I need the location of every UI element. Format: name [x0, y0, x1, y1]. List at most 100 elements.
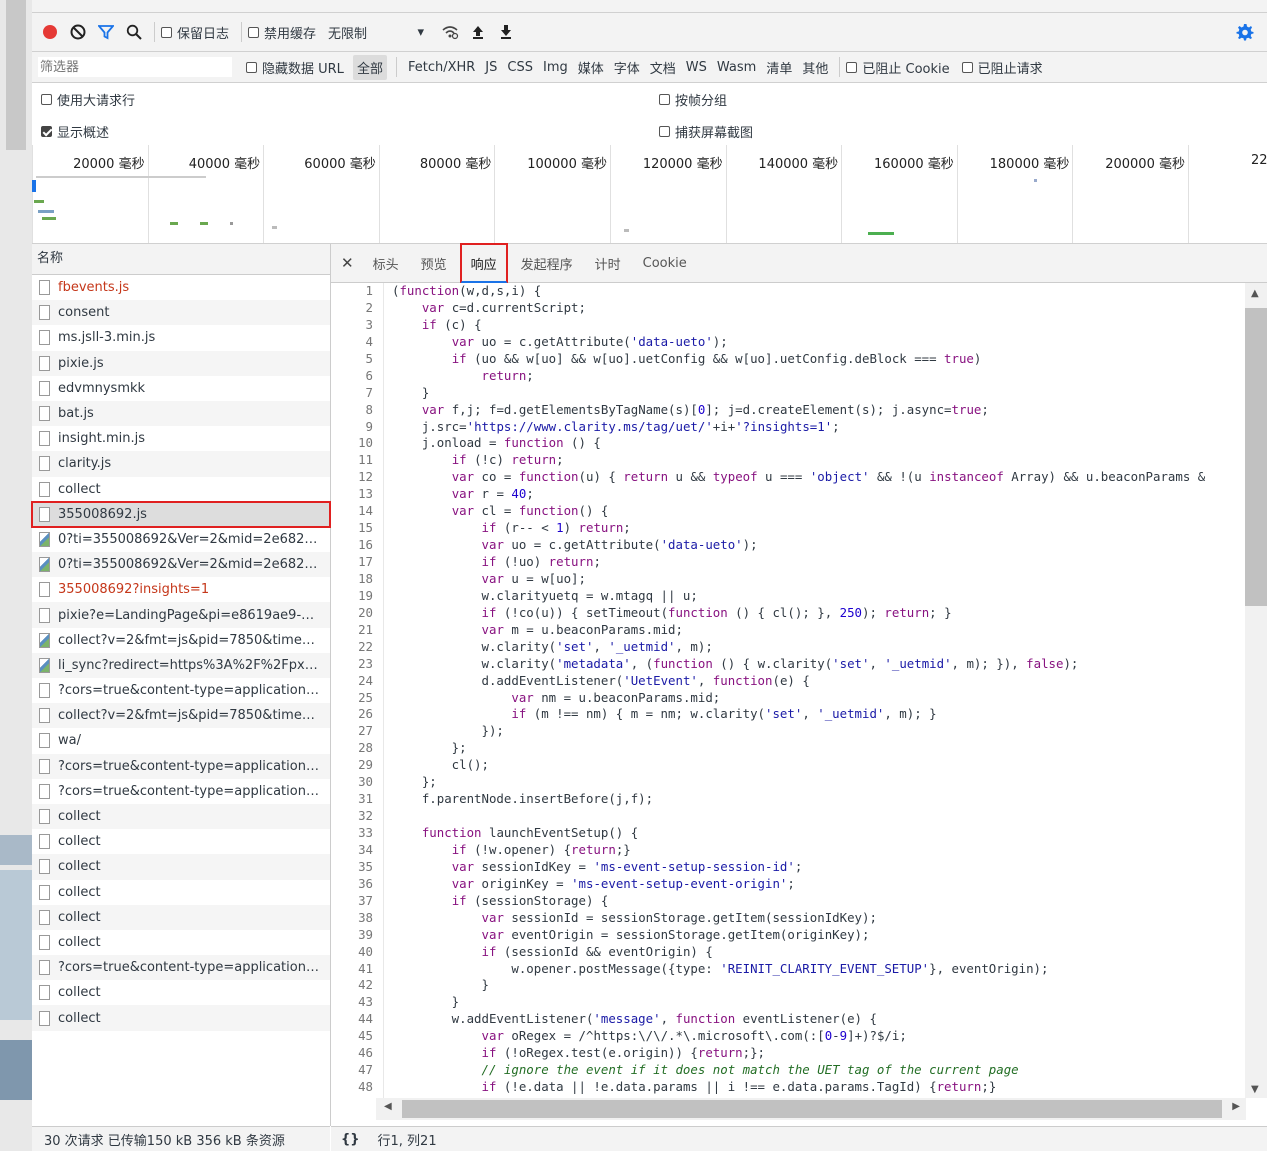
tab-5[interactable]: Cookie — [643, 256, 687, 271]
filter-type-0[interactable]: 全部 — [352, 54, 387, 80]
request-row[interactable]: bat.js — [32, 400, 330, 427]
request-row[interactable]: collect — [32, 930, 330, 955]
close-icon[interactable]: ✕ — [341, 254, 354, 272]
filter-type-5[interactable]: 媒体 — [578, 58, 604, 77]
line-number: 43 — [331, 994, 384, 1012]
show-overview-checkbox[interactable]: 显示概述 — [41, 122, 109, 141]
request-row[interactable]: pixie?e=LandingPage&pi=e8619ae9-c1... — [32, 602, 330, 628]
filter-type-6[interactable]: 字体 — [614, 58, 640, 77]
checkbox-box[interactable] — [659, 126, 670, 137]
code-text: if (!c) return; — [451, 452, 564, 468]
request-row[interactable]: collect — [32, 980, 330, 1005]
request-row[interactable]: 0?ti=355008692&Ver=2&mid=2e6821e... — [32, 527, 330, 552]
overview-timeline[interactable]: 20000 毫秒 40000 毫秒 60000 毫秒 80000 毫秒 100000 毫… — [32, 145, 1267, 244]
checkbox-box[interactable] — [41, 126, 52, 137]
tab-4[interactable]: 计时 — [595, 254, 621, 273]
disable-cache-checkbox[interactable]: 禁用缓存 — [248, 23, 316, 42]
page-scrollbar[interactable] — [6, 0, 26, 150]
request-row[interactable]: 355008692.js — [31, 500, 331, 528]
filter-type-10[interactable]: 清单 — [766, 58, 792, 77]
code-line: 12 var co = function(u) { return u && ty… — [331, 469, 1241, 487]
filter-icon[interactable] — [92, 19, 120, 45]
checkbox-box[interactable] — [161, 26, 172, 38]
preserve-log-checkbox[interactable]: 保留日志 — [161, 23, 229, 42]
request-row[interactable]: collect — [32, 477, 330, 502]
line-number: 4 — [331, 333, 384, 351]
request-row[interactable]: collect — [32, 803, 330, 830]
request-row[interactable]: collect — [32, 880, 330, 905]
request-row[interactable]: collect — [32, 904, 330, 930]
scroll-down-icon[interactable]: ▼ — [1251, 1084, 1259, 1095]
timeline-bar — [624, 229, 629, 232]
filter-type-2[interactable]: JS — [485, 60, 497, 75]
request-row[interactable]: collect?v=2&fmt=js&pid=7850&time=... — [32, 703, 330, 729]
request-row[interactable]: 355008692?insights=1 — [32, 577, 330, 602]
request-row[interactable]: ?cors=true&content-type=application/... — [32, 779, 330, 804]
tab-1[interactable]: 预览 — [421, 254, 447, 273]
name-column-header[interactable]: 名称 — [32, 244, 330, 275]
big-rows-checkbox[interactable]: 使用大请求行 — [41, 90, 135, 109]
throttle-select[interactable]: 无限制 ▾ — [322, 23, 430, 42]
code-text: } — [392, 384, 430, 400]
checkbox-box[interactable] — [659, 94, 670, 105]
request-row[interactable]: consent — [32, 300, 330, 326]
group-by-frame-checkbox[interactable]: 按帧分组 — [659, 90, 727, 109]
filter-type-9[interactable]: Wasm — [717, 60, 756, 75]
import-har-icon[interactable] — [464, 19, 492, 45]
checkbox-box[interactable] — [246, 61, 257, 73]
checkbox-box[interactable] — [248, 26, 260, 38]
request-row[interactable]: insight.min.js — [32, 426, 330, 451]
checkbox-box[interactable] — [961, 61, 973, 73]
request-row[interactable]: li_sync?redirect=https%3A%2F%2Fpx.a... — [32, 652, 330, 678]
blocked-requests-checkbox[interactable]: 已阻止请求 — [961, 58, 1043, 77]
search-icon[interactable] — [120, 19, 148, 45]
pretty-print-button[interactable]: {} — [341, 1132, 360, 1147]
hide-data-url-label: 隐藏数据 URL — [262, 61, 344, 77]
request-row[interactable]: ?cors=true&content-type=application/... — [32, 678, 330, 703]
record-icon[interactable] — [36, 19, 64, 45]
vertical-scroll-thumb[interactable] — [1245, 308, 1267, 606]
filter-input[interactable] — [38, 57, 232, 77]
filter-type-1[interactable]: Fetch/XHR — [408, 60, 475, 75]
request-row[interactable]: collect?v=2&fmt=js&pid=7850&time=... — [32, 628, 330, 653]
filter-type-7[interactable]: 文档 — [650, 58, 676, 77]
code-line: 11 if (!c) return; — [331, 452, 1241, 470]
request-row[interactable]: clarity.js — [32, 451, 330, 477]
request-row[interactable]: ?cors=true&content-type=application/... — [32, 753, 330, 779]
request-row[interactable]: edvmnysmkk — [32, 376, 330, 401]
filter-type-8[interactable]: WS — [686, 60, 707, 75]
tab-0[interactable]: 标头 — [373, 254, 399, 273]
vertical-scrollbar[interactable]: ▲ ▼ — [1245, 283, 1267, 1098]
scroll-right-icon[interactable]: ▶ — [1232, 1101, 1240, 1112]
filter-type-4[interactable]: Img — [543, 60, 568, 75]
horizontal-scrollbar[interactable]: ◀ ▶ — [376, 1098, 1246, 1120]
horizontal-scroll-thumb[interactable] — [402, 1100, 1222, 1118]
checkbox-box[interactable] — [846, 61, 858, 73]
network-conditions-icon[interactable] — [436, 19, 464, 45]
filter-type-11[interactable]: 其他 — [802, 58, 828, 77]
hide-data-url-checkbox[interactable]: 隐藏数据 URL — [246, 58, 344, 77]
request-row[interactable]: wa/ — [32, 728, 330, 753]
code-line: 26 if (m !== nm) { m = nm; w.clarity('se… — [331, 706, 1241, 724]
request-row[interactable]: collect — [32, 854, 330, 880]
request-row[interactable]: pixie.js — [32, 350, 330, 376]
scroll-left-icon[interactable]: ◀ — [384, 1101, 392, 1112]
request-row[interactable]: ?cors=true&content-type=application/... — [32, 955, 330, 981]
tab-2[interactable]: 响应 — [459, 242, 508, 284]
clear-icon[interactable] — [64, 19, 92, 45]
settings-gear-icon[interactable] — [1231, 19, 1259, 45]
capture-screenshots-checkbox[interactable]: 捕获屏幕截图 — [659, 122, 753, 141]
response-code-view[interactable]: 1 (function(w,d,s,i) {2 var c=d.currentSc… — [331, 283, 1241, 1098]
request-row[interactable]: 0?ti=355008692&Ver=2&mid=2e6821e... — [32, 552, 330, 578]
request-row[interactable]: ms.jsll-3.min.js — [32, 325, 330, 350]
blocked-cookies-checkbox[interactable]: 已阻止 Cookie — [846, 58, 950, 77]
scroll-up-icon[interactable]: ▲ — [1251, 288, 1259, 299]
export-har-icon[interactable] — [492, 19, 520, 45]
code-text: // ignore the event if it does not match… — [392, 1062, 1019, 1078]
request-row[interactable]: fbevents.js — [32, 275, 330, 300]
tab-3[interactable]: 发起程序 — [521, 254, 573, 273]
request-row[interactable]: collect — [32, 829, 330, 854]
checkbox-box[interactable] — [41, 94, 52, 105]
filter-type-3[interactable]: CSS — [507, 60, 533, 75]
request-row[interactable]: collect — [32, 1005, 330, 1031]
